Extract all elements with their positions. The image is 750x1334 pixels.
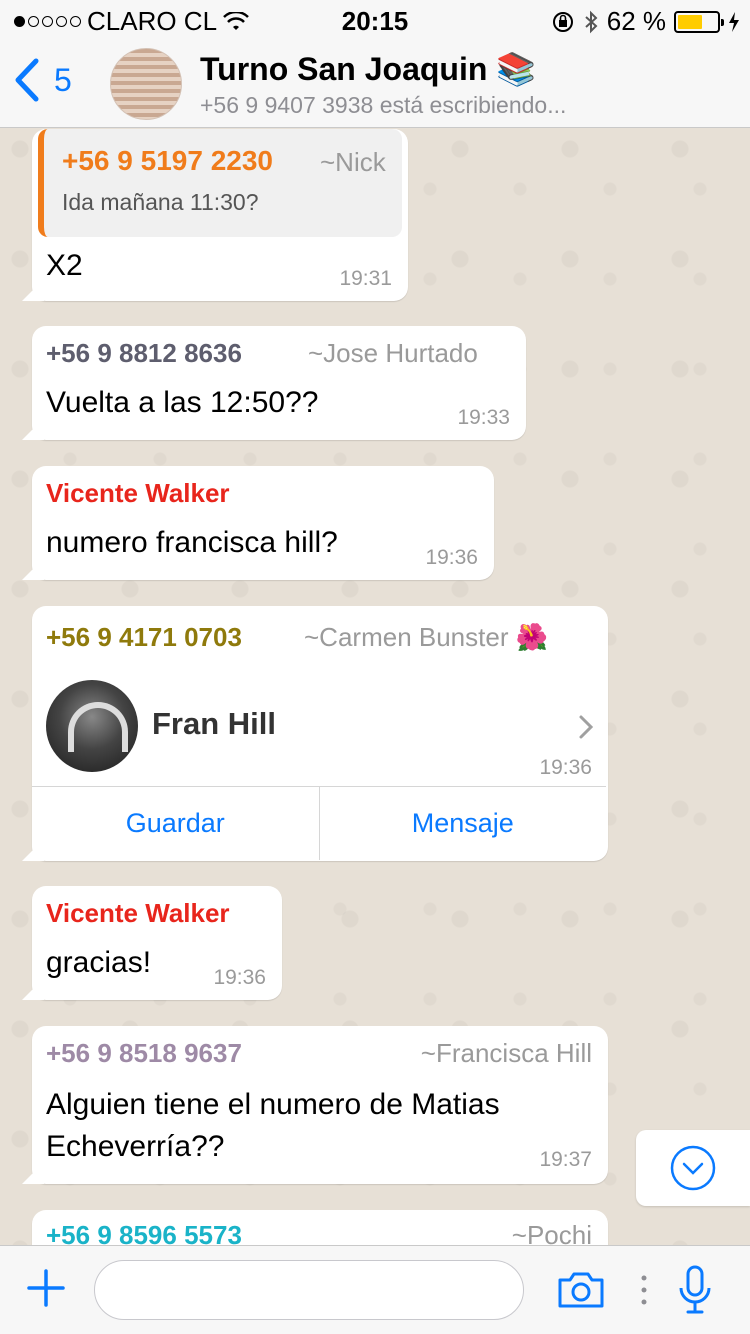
message-bubble[interactable]: Vicente Walker numero francisca hill? 19…	[22, 466, 494, 580]
contact-card-actions: Guardar Mensaje	[32, 786, 606, 860]
message-time: 19:33	[457, 406, 510, 429]
chevron-left-icon	[15, 58, 39, 102]
message-bubble[interactable]: +56 9 8518 9637 ~Francisca Hill Alguien …	[22, 1026, 608, 1184]
quoted-alias: ~Nick	[320, 147, 386, 177]
message-input-bar	[0, 1245, 750, 1334]
message-time: 19:36	[539, 756, 592, 779]
quoted-sender: +56 9 5197 2230	[62, 145, 273, 176]
message-text: X2	[46, 249, 83, 282]
group-avatar[interactable]	[110, 48, 182, 120]
message-bubble[interactable]: +56 9 8812 8636 ~Jose Hurtado Vuelta a l…	[22, 326, 526, 440]
chevron-right-icon[interactable]	[578, 714, 594, 740]
message-time: 19:31	[339, 267, 392, 290]
message-text: gracias!	[46, 946, 152, 979]
message-time: 19:36	[213, 966, 266, 989]
chat-header: 5 Turno San Joaquin 📚 +56 9 9407 3938 es…	[0, 40, 750, 128]
bluetooth-icon	[585, 10, 598, 33]
battery-icon	[674, 10, 724, 33]
plus-icon[interactable]	[26, 1268, 66, 1308]
typing-status: +56 9 9407 3938 está escribiendo...	[200, 92, 567, 118]
microphone-icon[interactable]	[678, 1264, 712, 1318]
sender-alias: ~Francisca Hill	[420, 1038, 592, 1068]
message-time: 19:37	[539, 1148, 592, 1171]
message-sender[interactable]: +56 9 8812 8636	[46, 338, 242, 369]
message-bubble[interactable]: +56 9 8596 5573 ~Pochi	[32, 1210, 608, 1245]
contact-name[interactable]: Fran Hill	[152, 706, 276, 742]
message-sender[interactable]: +56 9 8596 5573	[46, 1220, 242, 1245]
scroll-to-bottom-button[interactable]	[636, 1130, 750, 1206]
message-text: Vuelta a las 12:50??	[46, 386, 319, 419]
quoted-message[interactable]: +56 9 5197 2230 ~Nick Ida mañana 11:30?	[38, 129, 402, 237]
charging-icon	[729, 11, 739, 32]
chevron-down-circle-icon	[670, 1145, 716, 1191]
sender-alias: ~Jose Hurtado	[308, 338, 478, 368]
more-options-icon[interactable]	[640, 1274, 648, 1306]
status-right: 62 %	[551, 6, 740, 37]
sender-alias: ~Carmen Bunster 🌺	[304, 622, 549, 652]
message-sender[interactable]: Vicente Walker	[46, 898, 230, 929]
battery-percent: 62 %	[606, 6, 666, 36]
message-sender[interactable]: +56 9 8518 9637	[46, 1038, 242, 1069]
quoted-text: Ida mañana 11:30?	[62, 189, 259, 215]
rotation-lock-icon	[552, 11, 573, 32]
message-text: numero francisca hill?	[46, 526, 338, 559]
message-text-line: Echeverría??	[46, 1130, 225, 1163]
save-contact-button[interactable]: Guardar	[32, 787, 320, 860]
status-bar: CLARO CL 20:15 62 %	[0, 0, 750, 40]
back-button[interactable]: 5	[14, 58, 72, 102]
contact-avatar[interactable]	[46, 680, 138, 772]
message-contact-button[interactable]: Mensaje	[320, 787, 607, 860]
message-list[interactable]: +56 9 5197 2230 ~Nick Ida mañana 11:30? …	[0, 129, 750, 1245]
contact-card-message[interactable]: +56 9 4171 0703 ~Carmen Bunster 🌺 Fran H…	[22, 606, 608, 861]
camera-icon[interactable]	[556, 1270, 606, 1310]
message-text-line: Alguien tiene el numero de Matias	[46, 1088, 500, 1121]
message-input[interactable]	[94, 1260, 524, 1320]
unread-count: 5	[54, 61, 72, 98]
message-time: 19:36	[425, 546, 478, 569]
sender-alias: ~Pochi	[511, 1220, 592, 1245]
message-sender[interactable]: +56 9 4171 0703	[46, 622, 242, 653]
message-bubble[interactable]: Vicente Walker gracias! 19:36	[22, 886, 282, 1000]
message-bubble[interactable]: +56 9 5197 2230 ~Nick Ida mañana 11:30? …	[22, 129, 408, 301]
chat-title[interactable]: Turno San Joaquin 📚	[200, 50, 536, 88]
message-sender[interactable]: Vicente Walker	[46, 478, 230, 509]
